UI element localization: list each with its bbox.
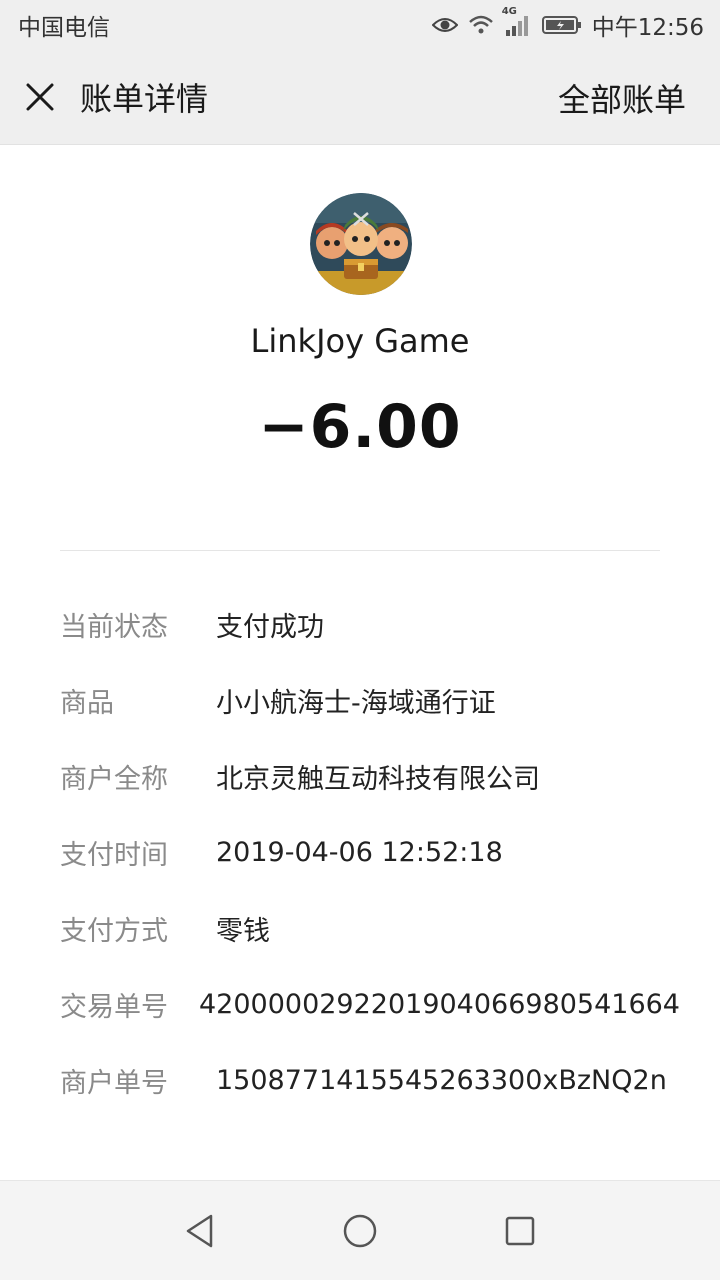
battery-icon (541, 15, 582, 35)
detail-label: 商户单号 (60, 1067, 168, 1099)
divider (60, 550, 660, 551)
recent-square-icon (505, 1216, 535, 1246)
detail-value: 零钱 (216, 915, 270, 947)
home-circle-icon (343, 1214, 377, 1248)
back-button[interactable] (174, 1205, 226, 1257)
detail-value: 支付成功 (216, 611, 324, 643)
close-button[interactable] (0, 50, 80, 145)
back-triangle-icon (186, 1214, 213, 1248)
status-icons: 4G 中午12:56 (431, 6, 704, 42)
all-bills-button[interactable]: 全部账单 (558, 50, 686, 145)
detail-row-transaction-id: 交易单号 4200000292201904066980541664 (60, 966, 680, 1042)
eye-icon (431, 15, 458, 35)
payment-amount: −6.00 (258, 392, 462, 462)
detail-value: 小小航海士-海域通行证 (216, 687, 496, 719)
recent-apps-button[interactable] (494, 1205, 546, 1257)
detail-label: 支付方式 (60, 915, 168, 947)
detail-label: 交易单号 (60, 991, 168, 1023)
detail-row-product: 商品 小小航海士-海域通行证 (60, 662, 680, 738)
title-bar: 账单详情 全部账单 (0, 50, 720, 145)
merchant-avatar (310, 193, 412, 295)
detail-label: 商品 (60, 687, 114, 719)
detail-label: 当前状态 (60, 611, 168, 643)
carrier-name: 中国电信 (18, 15, 110, 41)
wifi-icon (468, 14, 494, 36)
detail-row-status: 当前状态 支付成功 (60, 586, 680, 662)
detail-label: 商户全称 (60, 763, 168, 795)
navigation-bar (0, 1180, 720, 1280)
detail-row-merchant: 商户全称 北京灵触互动科技有限公司 (60, 738, 680, 814)
signal-icon: 4G (502, 6, 532, 36)
network-type: 4G (501, 6, 517, 17)
status-bar: 中国电信 4G 中午12:56 (0, 0, 720, 50)
detail-row-pay-time: 支付时间 2019-04-06 12:52:18 (60, 814, 680, 890)
bill-details: 当前状态 支付成功 商品 小小航海士-海域通行证 商户全称 北京灵触互动科技有限… (60, 586, 680, 1118)
home-button[interactable] (334, 1205, 386, 1257)
status-time: 中午12:56 (591, 15, 704, 41)
detail-value: 2019-04-06 12:52:18 (216, 836, 503, 868)
detail-value[interactable]: 1508771415545263300xBzNQ2n (216, 1065, 667, 1096)
detail-label: 支付时间 (60, 839, 168, 871)
close-icon (26, 83, 54, 111)
page-title: 账单详情 (80, 80, 209, 118)
detail-row-pay-method: 支付方式 零钱 (60, 890, 680, 966)
detail-row-merchant-order-id: 商户单号 1508771415545263300xBzNQ2n (60, 1042, 680, 1118)
detail-value[interactable]: 4200000292201904066980541664 (199, 989, 680, 1020)
detail-value: 北京灵触互动科技有限公司 (216, 763, 540, 795)
merchant-name: LinkJoy Game (250, 322, 470, 360)
